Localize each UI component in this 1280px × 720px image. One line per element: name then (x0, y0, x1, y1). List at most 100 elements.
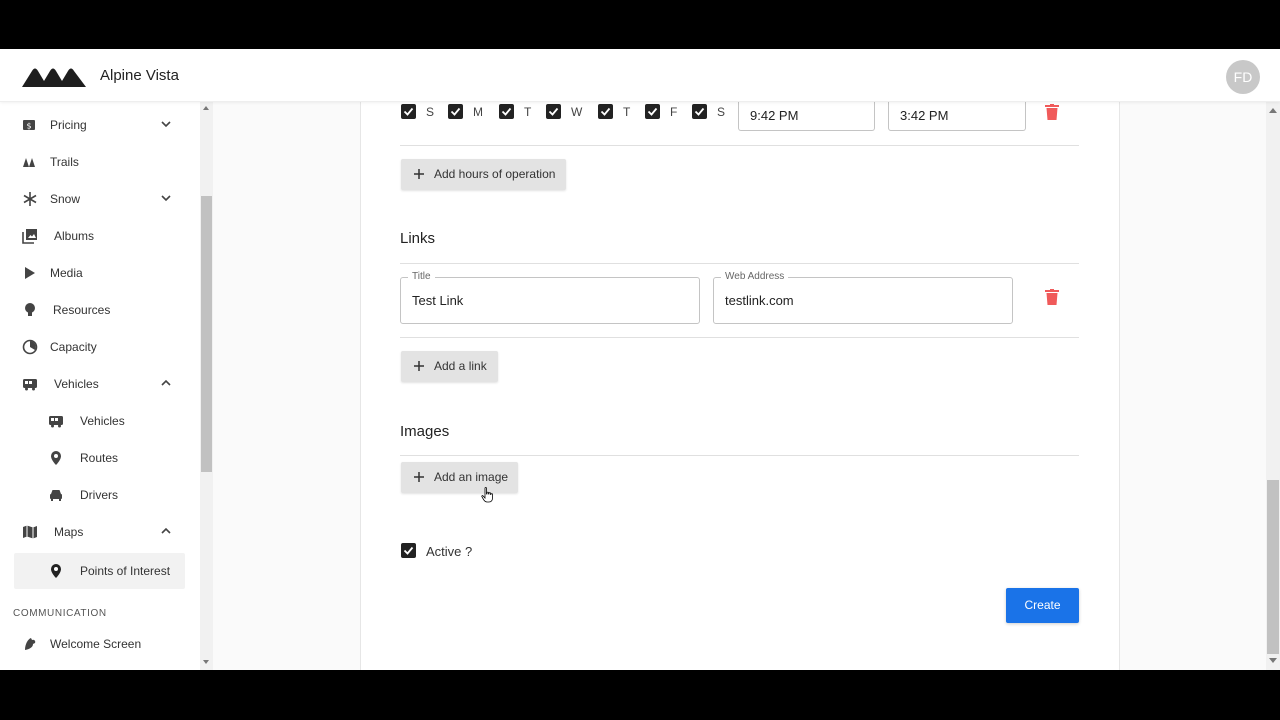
sidebar-item-label: Welcome Screen (50, 637, 142, 651)
plus-icon (414, 472, 424, 482)
sidebar-item-label: Capacity (50, 340, 97, 354)
sidebar-item-label: Trails (50, 155, 79, 169)
day-checkbox-4[interactable] (546, 104, 561, 119)
sidebar-item-snow[interactable]: Snow (14, 183, 185, 214)
sidebar-item-vehicles[interactable]: Vehicles (14, 368, 185, 399)
main-scroll-thumb[interactable] (1267, 480, 1279, 654)
sidebar-item-pricing[interactable]: $ Pricing (14, 109, 185, 140)
brand-name[interactable]: Alpine Vista (100, 67, 179, 84)
link-url-field[interactable]: Web Address testlink.com (713, 271, 1013, 324)
add-image-label: Add an image (434, 470, 509, 484)
sidebar-item-label: Snow (50, 192, 81, 206)
chevron-up-icon[interactable] (160, 525, 172, 537)
chevron-up-icon[interactable] (160, 377, 172, 389)
letterbox-bottom (0, 670, 1280, 720)
sidebar-item-welcome-screen[interactable]: Welcome Screen (14, 628, 185, 659)
day-label: S (717, 105, 726, 119)
delete-hours-trash-icon[interactable] (1045, 104, 1059, 120)
alpine-vista-logo-icon[interactable] (22, 65, 86, 87)
chevron-down-icon[interactable] (160, 192, 172, 204)
sidebar-item-resources[interactable]: Resources (14, 294, 185, 325)
gauge-icon (22, 339, 38, 355)
snowflake-icon (23, 192, 37, 206)
lightbulb-icon (25, 303, 35, 316)
svg-text:$: $ (26, 122, 31, 131)
poi-pin-icon (51, 564, 61, 578)
sidebar-item-label: Pricing (50, 118, 87, 132)
sidebar-scrollbar[interactable] (200, 102, 213, 670)
divider (400, 337, 1079, 338)
sidebar-item-points-of-interest[interactable]: Points of Interest (14, 553, 185, 589)
app-header: Alpine Vista FD (0, 49, 1280, 102)
play-icon (25, 267, 35, 279)
sidebar-item-routes[interactable]: Routes (14, 442, 185, 473)
day-checkbox-1[interactable] (401, 104, 416, 119)
sidebar-item-label: Vehicles (80, 414, 125, 428)
scroll-up-arrow-icon[interactable] (203, 106, 209, 110)
day-checkbox-2[interactable] (448, 104, 463, 119)
chevron-down-icon[interactable] (160, 118, 172, 130)
user-avatar[interactable]: FD (1226, 60, 1260, 94)
images-section-title: Images (400, 423, 450, 440)
sidebar: $ Pricing Trails Snow Albums Media Resou… (0, 102, 200, 670)
day-checkbox-5[interactable] (598, 104, 613, 119)
scroll-up-arrow-icon[interactable] (1269, 108, 1277, 113)
sidebar-item-label: Vehicles (54, 377, 99, 391)
main-scrollbar[interactable] (1266, 102, 1280, 670)
day-checkbox-7[interactable] (692, 104, 707, 119)
car-icon (50, 490, 62, 501)
bus-icon (49, 416, 63, 428)
sidebar-item-label: Albums (54, 229, 95, 243)
create-button[interactable]: Create (1006, 588, 1079, 623)
add-hours-button[interactable]: Add hours of operation (401, 159, 566, 190)
scroll-down-arrow-icon[interactable] (203, 660, 209, 664)
active-checkbox[interactable] (401, 543, 416, 558)
day-label: S (426, 105, 435, 119)
sidebar-item-vehicles-sub[interactable]: Vehicles (14, 405, 185, 436)
hand-cursor-icon (481, 487, 493, 503)
day-label: W (571, 105, 583, 119)
sidebar-item-trails[interactable]: Trails (14, 146, 185, 177)
day-label: T (524, 105, 532, 119)
divider (400, 145, 1079, 146)
dollar-icon: $ (23, 120, 35, 131)
day-label: F (670, 105, 678, 119)
plus-icon (414, 169, 424, 179)
link-url-value: testlink.com (725, 293, 794, 308)
welcome-icon (25, 638, 36, 650)
sidebar-scroll-thumb[interactable] (201, 196, 212, 472)
sidebar-section-communication: COMMUNICATION (13, 608, 107, 619)
sidebar-item-albums[interactable]: Albums (14, 220, 185, 251)
delete-link-trash-icon[interactable] (1045, 289, 1059, 305)
sidebar-item-capacity[interactable]: Capacity (14, 331, 185, 362)
add-hours-label: Add hours of operation (434, 167, 556, 181)
app-window: Alpine Vista FD $ Pricing Trails Snow Al… (0, 49, 1280, 670)
link-title-value: Test Link (412, 293, 464, 308)
letterbox-top (0, 0, 1280, 49)
sidebar-item-label: Resources (53, 303, 111, 317)
sidebar-item-maps[interactable]: Maps (14, 516, 185, 547)
sidebar-item-drivers[interactable]: Drivers (14, 479, 185, 510)
divider (400, 455, 1079, 456)
add-link-label: Add a link (434, 359, 487, 373)
sidebar-item-media[interactable]: Media (14, 257, 185, 288)
sidebar-item-label: Points of Interest (80, 564, 171, 578)
sidebar-item-label: Maps (54, 525, 84, 539)
link-title-field-label: Title (408, 271, 435, 282)
close-time-value: 3:42 PM (900, 108, 949, 123)
sidebar-item-label: Drivers (80, 488, 118, 502)
link-url-field-label: Web Address (721, 271, 789, 282)
divider (400, 263, 1079, 264)
scroll-down-arrow-icon[interactable] (1269, 658, 1277, 663)
pin-icon (51, 451, 61, 465)
trail-icon (23, 158, 35, 167)
link-title-field[interactable]: Title Test Link (400, 271, 700, 324)
add-link-button[interactable]: Add a link (401, 351, 498, 382)
sidebar-item-label: Media (50, 266, 83, 280)
day-checkbox-3[interactable] (499, 104, 514, 119)
add-image-button[interactable]: Add an image (401, 462, 518, 493)
active-label: Active ? (426, 544, 473, 559)
day-label: M (473, 105, 483, 119)
day-checkbox-6[interactable] (645, 104, 660, 119)
albums-icon (22, 229, 37, 244)
